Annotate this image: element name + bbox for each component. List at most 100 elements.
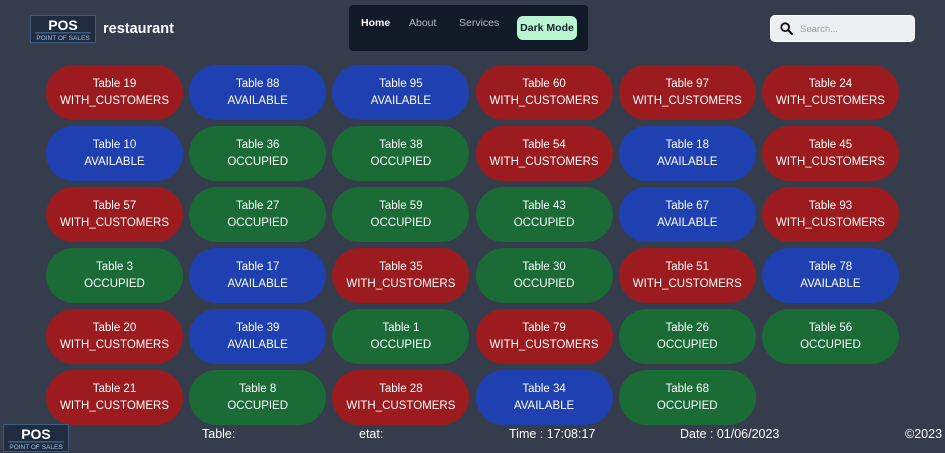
table-card[interactable]: Table 10 AVAILABLE [46, 126, 183, 181]
table-status: OCCUPIED [656, 399, 718, 412]
table-status: AVAILABLE [227, 94, 288, 107]
table-number: Table 27 [235, 200, 280, 212]
table-card[interactable]: Table 27 OCCUPIED [189, 187, 327, 242]
table-card[interactable]: Table 45 WITH_CUSTOMERS [761, 126, 899, 181]
table-card[interactable]: Table 20 WITH_CUSTOMERS [46, 309, 183, 364]
table-number: Table 8 [239, 383, 277, 395]
dark-mode-button[interactable]: Dark Mode [517, 16, 577, 40]
table-card[interactable]: Table 51 WITH_CUSTOMERS [618, 248, 756, 303]
table-card[interactable]: Table 1 OCCUPIED [332, 309, 470, 364]
table-number: Table 57 [92, 200, 137, 212]
table-status: WITH_CUSTOMERS [346, 277, 456, 290]
table-number: Table 95 [379, 78, 423, 90]
table-number: Table 20 [92, 322, 137, 334]
table-status: WITH_CUSTOMERS [346, 399, 456, 412]
table-number: Table 56 [808, 322, 853, 334]
table-card[interactable]: Table 24 WITH_CUSTOMERS [761, 65, 899, 120]
table-card[interactable]: Table 19 WITH_CUSTOMERS [46, 65, 183, 120]
table-card[interactable]: Table 57 WITH_CUSTOMERS [46, 187, 183, 242]
logo-text: POS [21, 426, 51, 442]
logo-text: POS [48, 17, 78, 33]
table-card[interactable]: Table 18 AVAILABLE [618, 126, 756, 181]
table-card[interactable]: Table 68 OCCUPIED [618, 370, 756, 425]
table-card[interactable]: Table 38 OCCUPIED [332, 126, 470, 181]
nav-about-link[interactable]: About [409, 17, 436, 29]
table-status: OCCUPIED [370, 216, 432, 229]
table-card[interactable]: Table 35 WITH_CUSTOMERS [332, 248, 470, 303]
table-number: Table 45 [808, 139, 853, 151]
table-card[interactable]: Table 59 OCCUPIED [332, 187, 470, 242]
footer-date: Date : 01/06/2023 [680, 427, 780, 441]
table-status: OCCUPIED [656, 338, 718, 351]
pos-logo-icon: POS POINT OF SALES [8, 426, 64, 451]
table-card[interactable]: Table 78 AVAILABLE [761, 248, 899, 303]
table-card[interactable]: Table 88 AVAILABLE [189, 65, 327, 120]
table-card[interactable]: Table 30 OCCUPIED [475, 248, 613, 303]
table-number: Table 88 [235, 78, 280, 90]
table-status: OCCUPIED [84, 277, 145, 290]
table-status: WITH_CUSTOMERS [775, 155, 885, 168]
table-number: Table 19 [92, 78, 137, 90]
table-card[interactable]: Table 93 WITH_CUSTOMERS [761, 187, 899, 242]
table-number: Table 54 [522, 139, 566, 151]
table-number: Table 38 [379, 139, 423, 151]
table-card[interactable]: Table 43 OCCUPIED [475, 187, 613, 242]
table-status: OCCUPIED [370, 155, 432, 168]
table-card[interactable]: Table 56 OCCUPIED [761, 309, 899, 364]
table-number: Table 67 [665, 200, 709, 212]
table-status: AVAILABLE [227, 277, 288, 290]
table-number: Table 97 [665, 78, 709, 90]
table-card[interactable]: Table 39 AVAILABLE [189, 309, 327, 364]
table-status: OCCUPIED [800, 338, 861, 351]
table-card[interactable]: Table 3 OCCUPIED [46, 248, 183, 303]
table-card[interactable]: Table 8 OCCUPIED [189, 370, 327, 425]
table-status: WITH_CUSTOMERS [632, 277, 742, 290]
pos-logo[interactable]: POS POINT OF SALES [30, 15, 96, 43]
table-card[interactable]: Table 97 WITH_CUSTOMERS [618, 65, 756, 120]
table-card[interactable]: Table 54 WITH_CUSTOMERS [475, 126, 613, 181]
search-input[interactable] [798, 20, 912, 39]
table-status: WITH_CUSTOMERS [59, 94, 170, 107]
table-status: AVAILABLE [513, 399, 575, 412]
table-status: WITH_CUSTOMERS [489, 155, 599, 168]
table-card[interactable]: Table 36 OCCUPIED [189, 126, 327, 181]
table-number: Table 36 [235, 139, 280, 151]
search-icon [780, 22, 793, 35]
table-number: Table 26 [665, 322, 709, 334]
table-status: OCCUPIED [513, 216, 575, 229]
footer-etat-label: etat: [359, 427, 384, 441]
table-number: Table 1 [382, 322, 420, 334]
table-card[interactable]: Table 95 AVAILABLE [332, 65, 470, 120]
table-card[interactable]: Table 60 WITH_CUSTOMERS [475, 65, 613, 120]
tables-grid: Table 19 WITH_CUSTOMERS Table 88 AVAILABLE T… [46, 65, 899, 425]
table-status: WITH_CUSTOMERS [59, 399, 170, 412]
table-card[interactable]: Table 21 WITH_CUSTOMERS [46, 370, 183, 425]
footer-copyright: ©2023 [905, 427, 943, 441]
table-number: Table 43 [522, 200, 566, 212]
table-card[interactable]: Table 79 WITH_CUSTOMERS [475, 309, 613, 364]
logo-subtext: POINT OF SALES [9, 444, 63, 451]
search-box[interactable] [770, 15, 915, 42]
table-number: Table 79 [522, 322, 566, 334]
nav-home-link[interactable]: Home [361, 17, 390, 29]
footer-pos-logo: POS POINT OF SALES [3, 424, 69, 452]
table-status: OCCUPIED [227, 399, 289, 412]
table-status: AVAILABLE [800, 277, 861, 290]
table-status: AVAILABLE [657, 216, 718, 229]
table-card[interactable]: Table 26 OCCUPIED [618, 309, 756, 364]
pos-logo-icon: POS POINT OF SALES [35, 17, 91, 42]
table-status: OCCUPIED [370, 338, 432, 351]
table-card[interactable]: Table 17 AVAILABLE [189, 248, 327, 303]
table-status: OCCUPIED [513, 277, 575, 290]
nav-services-link[interactable]: Services [459, 17, 499, 29]
table-number: Table 28 [379, 383, 423, 395]
table-card[interactable]: Table 67 AVAILABLE [618, 187, 756, 242]
brand-name[interactable]: restaurant [103, 21, 174, 37]
table-card[interactable]: Table 34 AVAILABLE [475, 370, 613, 425]
logo-subtext: POINT OF SALES [36, 35, 90, 42]
table-number: Table 34 [522, 383, 566, 395]
footer-table-label: Table: [202, 427, 236, 441]
table-number: Table 18 [665, 139, 709, 151]
table-status: WITH_CUSTOMERS [489, 94, 599, 107]
table-card[interactable]: Table 28 WITH_CUSTOMERS [332, 370, 470, 425]
